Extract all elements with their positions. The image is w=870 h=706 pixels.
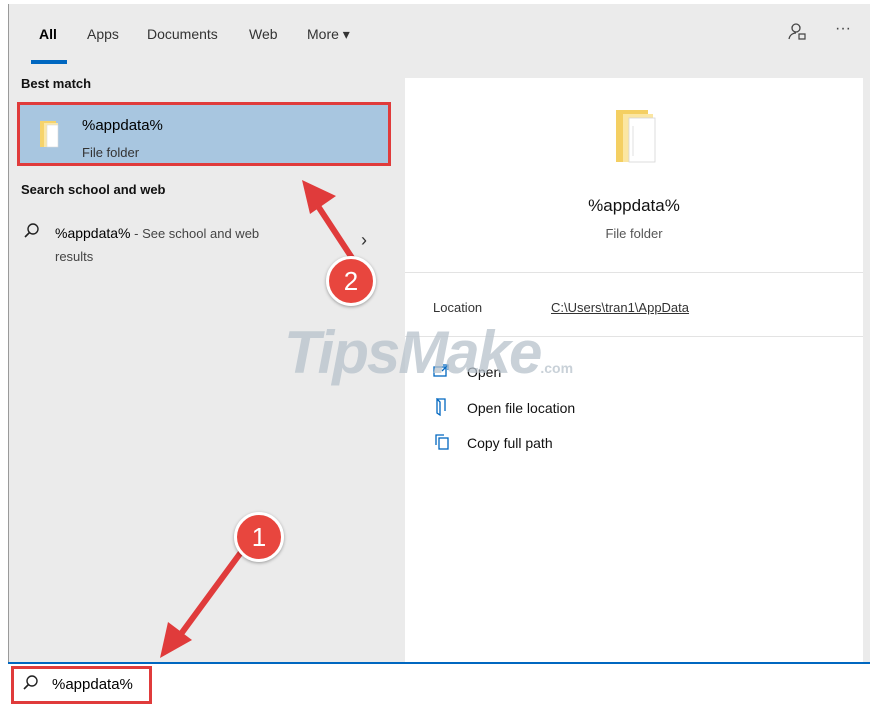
web-suffix: - See school and web <box>130 226 260 241</box>
web-section-header: Search school and web <box>21 182 166 197</box>
tab-all[interactable]: All <box>39 26 57 42</box>
search-bar[interactable]: %appdata% <box>8 662 870 706</box>
best-match-header: Best match <box>21 76 92 91</box>
folder-large-icon <box>613 106 659 166</box>
divider <box>405 272 863 273</box>
web-suffix-2: results <box>55 249 94 264</box>
best-match-subtitle: File folder <box>82 145 140 160</box>
tab-apps[interactable]: Apps <box>87 26 119 42</box>
watermark-domain: .com <box>540 360 574 376</box>
web-query: %appdata% <box>55 225 131 241</box>
open-file-location-label: Open file location <box>467 400 576 416</box>
annotation-badge-1: 1 <box>234 512 284 562</box>
file-location-icon <box>433 397 451 417</box>
copy-full-path-label: Copy full path <box>467 435 553 451</box>
folder-icon <box>38 119 60 149</box>
search-icon <box>22 674 40 697</box>
search-icon <box>23 222 41 245</box>
search-input[interactable]: %appdata% <box>52 676 133 693</box>
tab-more[interactable]: More ▾ <box>307 26 350 43</box>
best-match-item[interactable]: %appdata% File folder <box>17 102 391 166</box>
preview-title: %appdata% <box>588 196 680 215</box>
tab-documents[interactable]: Documents <box>147 26 218 42</box>
annotation-badge-2: 2 <box>326 256 376 306</box>
location-label: Location <box>433 300 483 315</box>
watermark-brand: TipsMake <box>284 319 542 386</box>
feedback-icon[interactable] <box>787 22 807 47</box>
watermark-logo: TipsMake.com <box>284 318 573 387</box>
active-tab-indicator <box>31 60 67 64</box>
tab-bar: All Apps Documents Web More ▾ ··· <box>9 4 870 66</box>
more-options-icon[interactable]: ··· <box>835 20 851 38</box>
preview-subtitle: File folder <box>605 226 663 241</box>
best-match-title: %appdata% <box>82 117 163 134</box>
copy-path-icon <box>433 433 451 451</box>
tab-web[interactable]: Web <box>249 26 278 42</box>
location-link[interactable]: C:\Users\tran1\AppData <box>551 300 689 315</box>
web-result-text: %appdata% - See school and web results <box>55 222 305 268</box>
